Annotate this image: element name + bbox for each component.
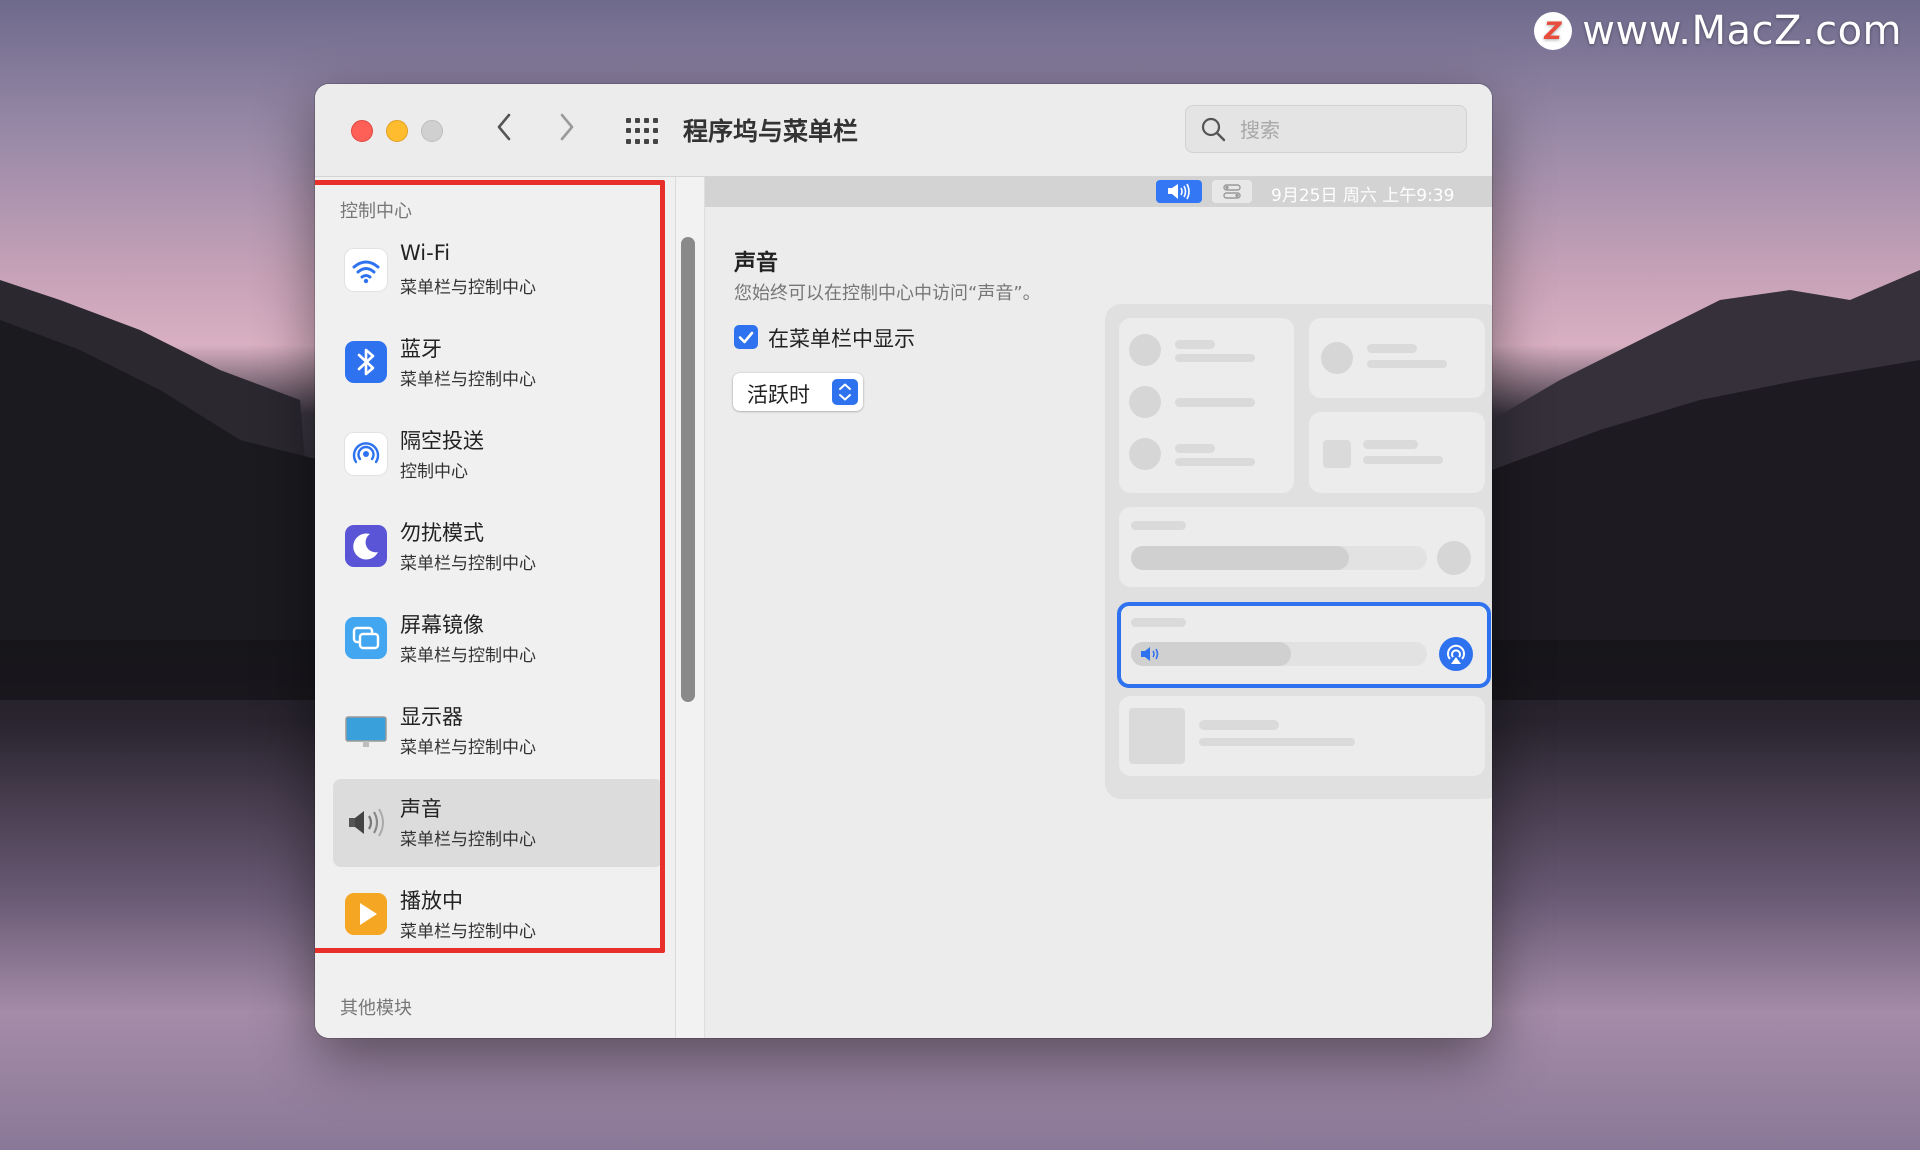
preview-mirroring-card (1309, 412, 1485, 493)
sidebar-item-wifi[interactable]: Wi-Fi 菜单栏与控制中心 (333, 227, 663, 315)
minimize-button[interactable] (386, 120, 408, 142)
checkmark-icon (738, 331, 754, 344)
airdrop-icon (345, 433, 387, 475)
chevron-left-icon (497, 113, 511, 141)
sidebar-item-now-playing[interactable]: 播放中 菜单栏与控制中心 (333, 871, 663, 959)
sidebar-item-title: 隔空投送 (400, 429, 484, 453)
wifi-icon (345, 249, 387, 291)
back-button[interactable] (495, 112, 513, 148)
sidebar-item-subtitle: 菜单栏与控制中心 (400, 278, 536, 298)
speaker-icon (1168, 183, 1190, 200)
preview-now-playing-card (1119, 696, 1485, 776)
search-input[interactable] (1238, 115, 1452, 145)
show-mode-select[interactable]: 活跃时 (733, 373, 863, 411)
sidebar-item-title: 显示器 (400, 705, 463, 729)
sidebar-item-title: 蓝牙 (400, 337, 442, 361)
sidebar-item-title: 勿扰模式 (400, 521, 484, 545)
sidebar-item-display[interactable]: 显示器 菜单栏与控制中心 (333, 687, 663, 775)
sidebar-item-subtitle: 控制中心 (400, 462, 468, 482)
speaker-icon (345, 801, 387, 843)
sidebar-item-subtitle: 菜单栏与控制中心 (400, 646, 536, 666)
show-all-grid-icon[interactable] (626, 118, 658, 144)
menubar-preview: 9月25日 周六 上午9:39 (705, 177, 1492, 207)
forward-button[interactable] (558, 112, 576, 148)
search-icon (1201, 117, 1226, 142)
sidebar-item-subtitle: 菜单栏与控制中心 (400, 922, 536, 942)
show-in-menubar-label[interactable]: 在菜单栏中显示 (768, 323, 915, 353)
bluetooth-icon (345, 341, 387, 383)
settings-pane: 9月25日 周六 上午9:39 声音 您始终可以在控制中心中访问“声音”。 在菜… (705, 177, 1492, 1038)
sidebar-item-bluetooth[interactable]: 蓝牙 菜单栏与控制中心 (333, 319, 663, 407)
preview-connectivity-card (1119, 318, 1294, 493)
sound-section-description: 您始终可以在控制中心中访问“声音”。 (734, 283, 1041, 304)
up-down-chevron-icon (832, 379, 858, 405)
show-mode-value: 活跃时 (747, 383, 810, 407)
watermark-text: www.MacZ.com (1582, 8, 1902, 54)
section-header-control-center: 控制中心 (340, 201, 412, 222)
menubar-date-time: 9月25日 周六 上午9:39 (1271, 186, 1455, 206)
sidebar-item-sound[interactable]: 声音 菜单栏与控制中心 (333, 779, 663, 867)
sidebar-item-screen-mirroring[interactable]: 屏幕镜像 菜单栏与控制中心 (333, 595, 663, 683)
menubar-sound-indicator (1156, 180, 1202, 203)
control-center-toggle-icon (1212, 180, 1252, 203)
close-button[interactable] (351, 120, 373, 142)
sidebar-item-title: 声音 (400, 797, 442, 821)
chevron-right-icon (560, 113, 574, 141)
watermark: Z www.MacZ.com (1534, 8, 1902, 54)
macz-logo-icon: Z (1534, 12, 1573, 50)
moon-icon (345, 525, 387, 567)
sidebar-item-do-not-disturb[interactable]: 勿扰模式 菜单栏与控制中心 (333, 503, 663, 591)
preview-dnd-card (1309, 318, 1485, 398)
sidebar-item-title: Wi-Fi (400, 241, 451, 265)
sidebar-item-subtitle: 菜单栏与控制中心 (400, 830, 536, 850)
preview-sound-card (1117, 602, 1491, 688)
window-title: 程序坞与菜单栏 (683, 117, 859, 146)
sound-section-title: 声音 (734, 251, 779, 276)
airplay-audio-icon (1439, 637, 1473, 671)
screen-mirroring-icon (345, 617, 387, 659)
sidebar-item-airdrop[interactable]: 隔空投送 控制中心 (333, 411, 663, 499)
preferences-window: 程序坞与菜单栏 控制中心 Wi-Fi 菜单栏与控制中心 蓝牙 菜单栏与控制中心 (315, 84, 1492, 1038)
search-field[interactable] (1185, 105, 1467, 153)
show-in-menubar-checkbox[interactable] (734, 325, 758, 349)
sidebar: 控制中心 Wi-Fi 菜单栏与控制中心 蓝牙 菜单栏与控制中心 隔空投送 控制中… (315, 177, 676, 1038)
sidebar-item-title: 屏幕镜像 (400, 613, 484, 637)
title-bar: 程序坞与菜单栏 (315, 84, 1492, 177)
section-header-other-modules: 其他模块 (340, 998, 412, 1019)
control-center-preview (1105, 304, 1492, 799)
sidebar-item-subtitle: 菜单栏与控制中心 (400, 370, 536, 390)
preview-display-card (1119, 507, 1485, 587)
display-icon (345, 709, 387, 751)
sidebar-item-subtitle: 菜单栏与控制中心 (400, 554, 536, 574)
play-icon (345, 893, 387, 935)
sidebar-item-title: 播放中 (400, 889, 463, 913)
zoom-button[interactable] (421, 120, 443, 142)
sidebar-scrollbar-thumb[interactable] (681, 237, 695, 702)
sidebar-item-subtitle: 菜单栏与控制中心 (400, 738, 536, 758)
speaker-icon (1141, 647, 1159, 661)
